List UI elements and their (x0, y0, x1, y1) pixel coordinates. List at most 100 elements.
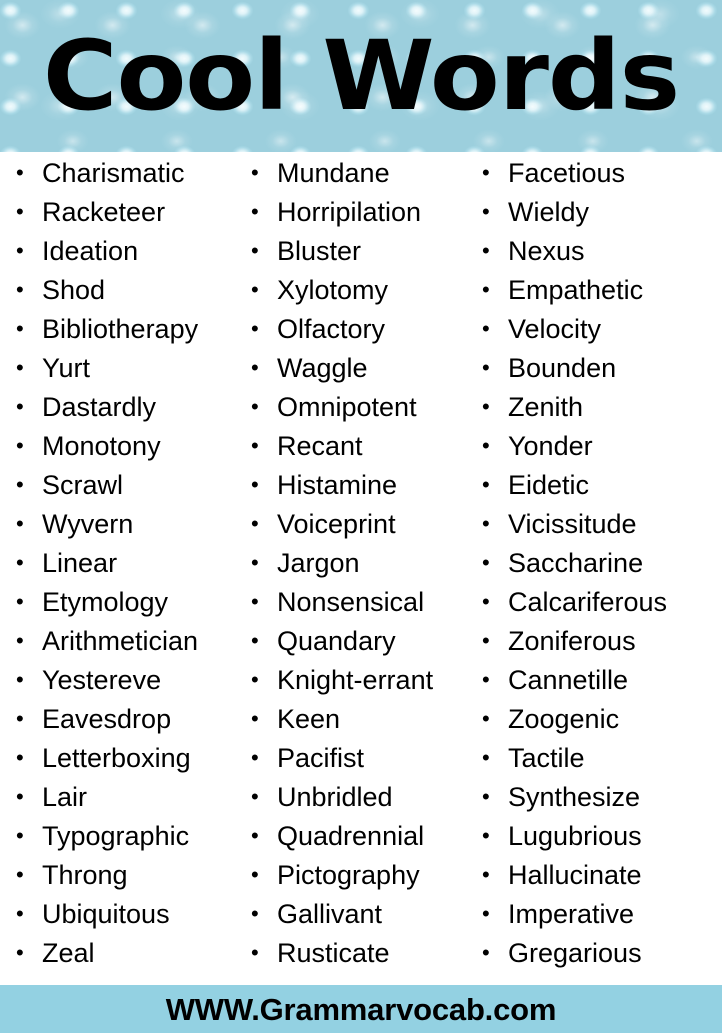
word-label: Pictography (277, 860, 420, 890)
bullet-icon: • (482, 433, 490, 458)
word-list-item: • Omnipotent (245, 394, 472, 433)
bullet-icon: • (482, 238, 490, 263)
word-list-item: • Pacifist (245, 745, 472, 784)
word-list-item: • Charismatic (10, 160, 240, 199)
word-list-item: • Calcariferous (476, 589, 722, 628)
word-label: Ideation (42, 236, 139, 266)
word-label: Zoogenic (508, 704, 620, 734)
word-label: Xylotomy (277, 275, 389, 305)
bullet-icon: • (16, 199, 24, 224)
word-list-item: • Arithmetician (10, 628, 240, 667)
word-label: Tactile (508, 743, 585, 773)
word-list-item: • Racketeer (10, 199, 240, 238)
website-url[interactable]: WWW.Grammarvocab.com (166, 994, 557, 1025)
bullet-icon: • (16, 706, 24, 731)
word-label: Voiceprint (277, 509, 396, 539)
word-label: Dastardly (42, 392, 157, 422)
bullet-icon: • (482, 823, 490, 848)
word-list-item: • Synthesize (476, 784, 722, 823)
bullet-icon: • (251, 316, 259, 341)
bullet-icon: • (16, 160, 24, 185)
word-label: Empathetic (508, 275, 644, 305)
word-label: Velocity (508, 314, 602, 344)
word-list-item: • Recant (245, 433, 472, 472)
bullet-icon: • (251, 823, 259, 848)
word-label: Recant (277, 431, 363, 461)
bullet-icon: • (482, 745, 490, 770)
word-list-item: • Zenith (476, 394, 722, 433)
word-list-area: • Charismatic • Racketeer • Ideation • Shod • Bib… (0, 152, 722, 979)
word-list-item: • Knight-errant (245, 667, 472, 706)
word-list-item: • Quandary (245, 628, 472, 667)
bullet-icon: • (16, 277, 24, 302)
word-label: Wyvern (42, 509, 134, 539)
word-label: Vicissitude (508, 509, 637, 539)
word-label: Charismatic (42, 158, 185, 188)
word-list-item: • Olfactory (245, 316, 472, 355)
bullet-icon: • (16, 394, 24, 419)
bullet-icon: • (16, 628, 24, 653)
word-label: Wieldy (508, 197, 590, 227)
word-list-item: • Zoniferous (476, 628, 722, 667)
word-list-item: • Scrawl (10, 472, 240, 511)
word-columns: • Charismatic • Racketeer • Ideation • Shod • Bib… (0, 160, 722, 979)
word-label: Quandary (277, 626, 396, 656)
word-list-item: • Eavesdrop (10, 706, 240, 745)
bullet-icon: • (251, 628, 259, 653)
bullet-icon: • (16, 589, 24, 614)
word-list-item: • Bibliotherapy (10, 316, 240, 355)
bullet-icon: • (16, 433, 24, 458)
word-label: Scrawl (42, 470, 124, 500)
word-label: Omnipotent (277, 392, 417, 422)
word-list-item: • Velocity (476, 316, 722, 355)
word-label: Monotony (42, 431, 161, 461)
word-list-item: • Bounden (476, 355, 722, 394)
word-label: Mundane (277, 158, 390, 188)
bullet-icon: • (482, 862, 490, 887)
word-list-item: • Pictography (245, 862, 472, 901)
word-label: Linear (42, 548, 118, 578)
word-list-item: • Quadrennial (245, 823, 472, 862)
word-column-2: • Mundane • Horripilation • Bluster • Xylotomy •… (240, 160, 472, 979)
word-list-item: • Yestereve (10, 667, 240, 706)
bullet-icon: • (16, 238, 24, 263)
word-label: Jargon (277, 548, 360, 578)
word-list-item: • Yurt (10, 355, 240, 394)
word-list-item: • Ubiquitous (10, 901, 240, 940)
bullet-icon: • (16, 316, 24, 341)
word-label: Ubiquitous (42, 899, 170, 929)
word-list-item: • Imperative (476, 901, 722, 940)
word-column-1: • Charismatic • Racketeer • Ideation • Shod • Bib… (0, 160, 240, 979)
bullet-icon: • (16, 862, 24, 887)
word-label: Yurt (42, 353, 91, 383)
word-label: Etymology (42, 587, 169, 617)
word-list-item: • Eidetic (476, 472, 722, 511)
bullet-icon: • (251, 745, 259, 770)
word-list-item: • Zeal (10, 940, 240, 979)
word-label: Cannetille (508, 665, 629, 695)
bullet-icon: • (251, 277, 259, 302)
word-label: Letterboxing (42, 743, 191, 773)
bullet-icon: • (482, 199, 490, 224)
word-label: Zeal (42, 938, 95, 968)
bullet-icon: • (482, 394, 490, 419)
bullet-icon: • (251, 550, 259, 575)
word-label: Unbridled (277, 782, 393, 812)
bullet-icon: • (482, 316, 490, 341)
word-list-item: • Vicissitude (476, 511, 722, 550)
word-list-item: • Waggle (245, 355, 472, 394)
page-title: Cool Words (42, 20, 680, 132)
bullet-icon: • (482, 667, 490, 692)
bullet-icon: • (482, 901, 490, 926)
bullet-icon: • (251, 472, 259, 497)
bullet-icon: • (251, 589, 259, 614)
word-list-item: • Gallivant (245, 901, 472, 940)
word-list-item: • Nonsensical (245, 589, 472, 628)
bullet-icon: • (251, 355, 259, 380)
bullet-icon: • (482, 940, 490, 965)
word-list-item: • Bluster (245, 238, 472, 277)
word-label: Horripilation (277, 197, 422, 227)
word-list-item: • Cannetille (476, 667, 722, 706)
word-label: Typographic (42, 821, 190, 851)
word-column-3: • Facetious • Wieldy • Nexus • Empathetic • Veloc… (472, 160, 722, 979)
